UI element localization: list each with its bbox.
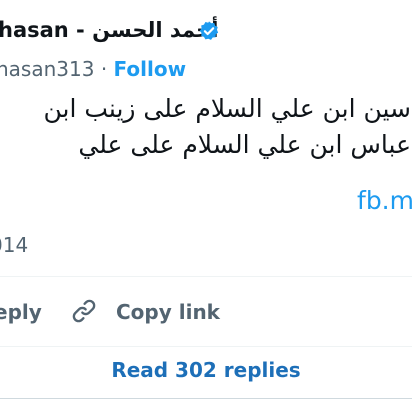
tweet-embed: hasan - أحمد الحسن hasan313 · Follow سين… xyxy=(0,0,412,412)
author-display-name[interactable]: hasan - أحمد الحسن xyxy=(0,14,218,46)
tweet-text-line-2: عباس ابن علي السلام على علي xyxy=(78,130,411,159)
card-bottom-border xyxy=(0,398,412,399)
tweet-link[interactable]: fb.m xyxy=(357,184,412,218)
follow-button[interactable]: Follow xyxy=(114,57,187,81)
copy-link-button[interactable]: Copy link xyxy=(116,297,220,327)
author-handle[interactable]: hasan313 xyxy=(0,57,94,81)
handle-row: hasan313 · Follow xyxy=(0,54,186,84)
reply-button[interactable]: eply xyxy=(0,297,42,327)
tweet-date[interactable]: 014 xyxy=(0,230,28,260)
divider xyxy=(0,276,412,277)
link-chain-icon[interactable] xyxy=(70,297,98,325)
read-replies-button[interactable]: Read 302 replies xyxy=(0,352,412,388)
divider xyxy=(0,346,412,347)
tweet-text-line-1: سين ابن علي السلام على زينب ابن xyxy=(43,94,411,123)
verified-badge-icon xyxy=(199,21,219,40)
handle-separator: · xyxy=(94,57,114,81)
